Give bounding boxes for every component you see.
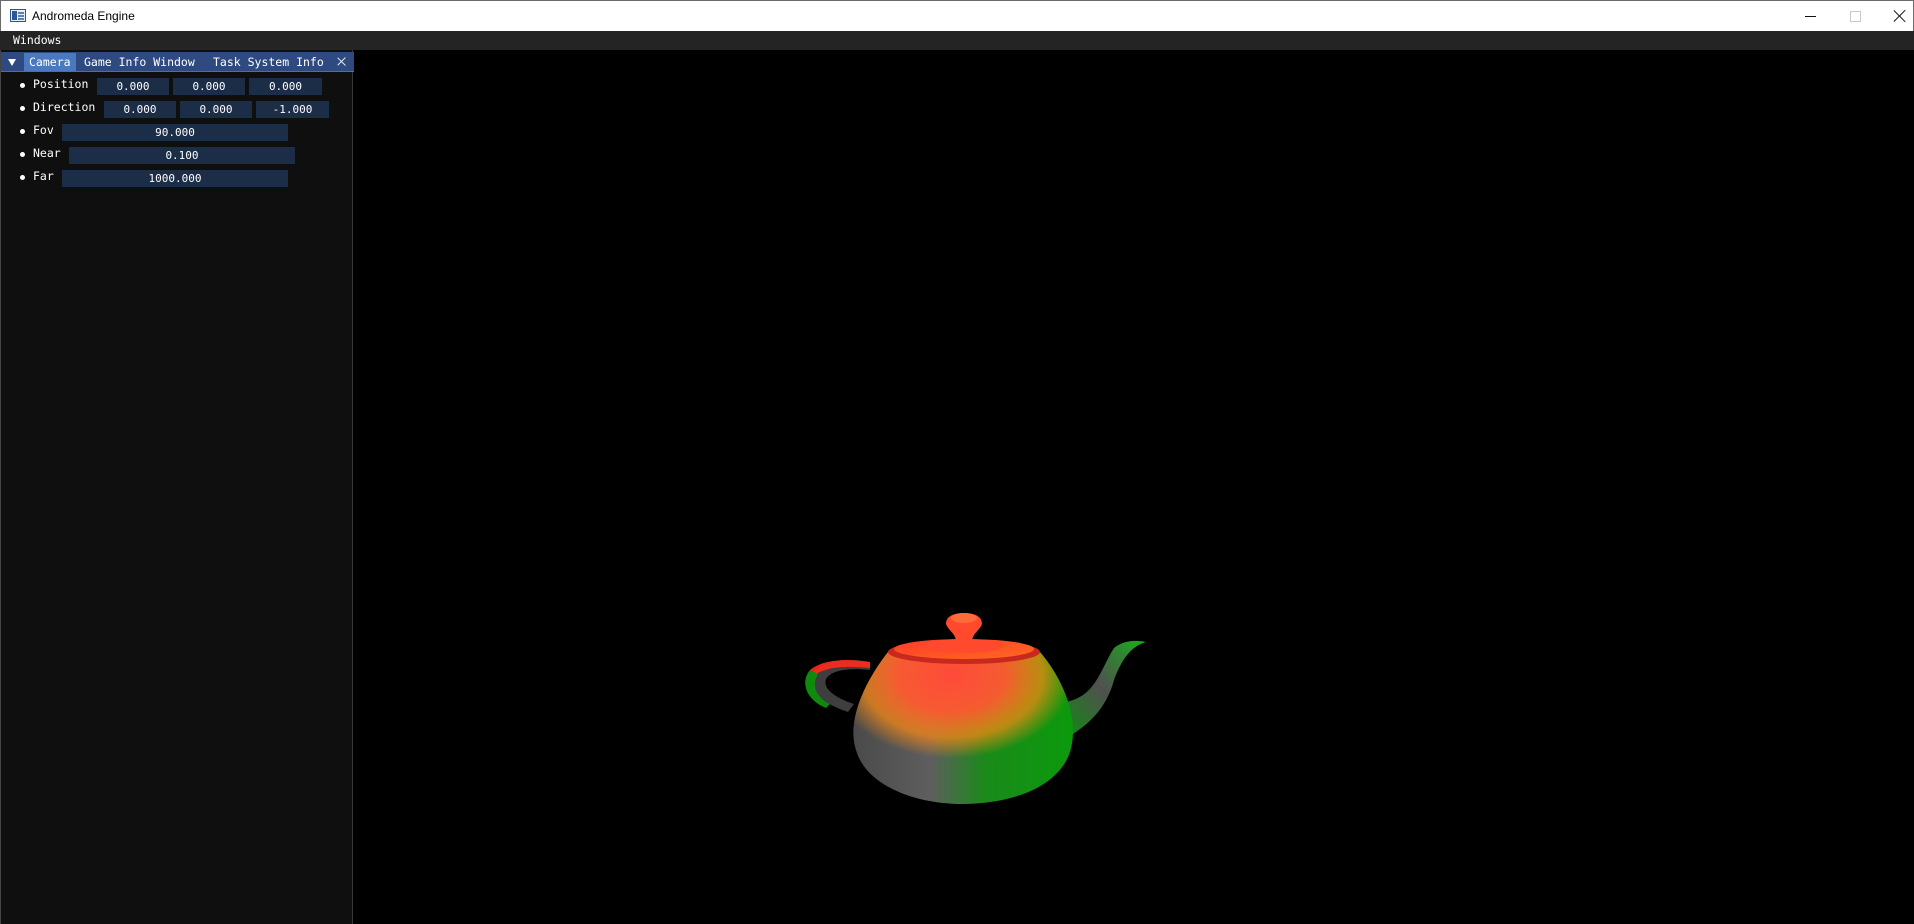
close-button[interactable] — [1877, 1, 1914, 31]
teapot-lid-top — [924, 639, 1004, 653]
tab-camera[interactable]: Camera — [24, 53, 76, 71]
app-icon — [10, 9, 26, 22]
far-field[interactable]: 1000.000 — [62, 170, 288, 187]
position-y-field[interactable]: 0.000 — [173, 78, 245, 95]
near-label: Near — [33, 146, 61, 160]
teapot-knob-top — [951, 613, 977, 623]
bullet-icon — [20, 152, 25, 157]
near-field[interactable]: 0.100 — [69, 147, 295, 164]
fov-label: Fov — [33, 123, 54, 137]
position-row: Position 0.000 0.000 0.000 — [1, 76, 354, 95]
far-row: Far 1000.000 — [1, 168, 354, 187]
close-tab-icon[interactable] — [335, 55, 349, 69]
fov-field[interactable]: 90.000 — [62, 124, 288, 141]
maximize-button[interactable] — [1832, 1, 1878, 31]
close-icon — [1893, 9, 1907, 23]
direction-y-field[interactable]: 0.000 — [180, 101, 252, 118]
direction-label: Direction — [33, 100, 96, 114]
tab-task-system-info[interactable]: Task System Info — [208, 53, 329, 71]
camera-panel: Camera Game Info Window Task System Info… — [0, 50, 354, 924]
teapot-body-glow — [853, 652, 1074, 804]
menu-bar: Windows — [0, 31, 1914, 50]
near-row: Near 0.100 — [1, 145, 354, 164]
collapse-button[interactable] — [5, 55, 19, 69]
position-z-field[interactable]: 0.000 — [249, 78, 322, 95]
teapot-handle-highlight — [810, 660, 870, 674]
teapot-spout — [1062, 640, 1146, 740]
position-label: Position — [33, 77, 89, 91]
minimize-button[interactable] — [1787, 1, 1833, 31]
window-title: Andromeda Engine — [32, 9, 135, 23]
direction-row: Direction 0.000 0.000 -1.000 — [1, 99, 354, 118]
direction-z-field[interactable]: -1.000 — [256, 101, 329, 118]
bullet-icon — [20, 129, 25, 134]
menu-windows[interactable]: Windows — [13, 33, 61, 47]
triangle-down-icon — [8, 59, 16, 66]
dock-tab-bar: Camera Game Info Window Task System Info — [1, 52, 354, 72]
position-x-field[interactable]: 0.000 — [97, 78, 169, 95]
maximize-icon — [1849, 10, 1861, 22]
bullet-icon — [20, 83, 25, 88]
fov-row: Fov 90.000 — [1, 122, 354, 141]
bullet-icon — [20, 175, 25, 180]
tab-game-info-window[interactable]: Game Info Window — [79, 53, 200, 71]
direction-x-field[interactable]: 0.000 — [104, 101, 176, 118]
teapot-model — [805, 613, 1146, 804]
minimize-icon — [1804, 15, 1816, 17]
bullet-icon — [20, 106, 25, 111]
far-label: Far — [33, 169, 54, 183]
title-bar: Andromeda Engine — [0, 0, 1914, 31]
